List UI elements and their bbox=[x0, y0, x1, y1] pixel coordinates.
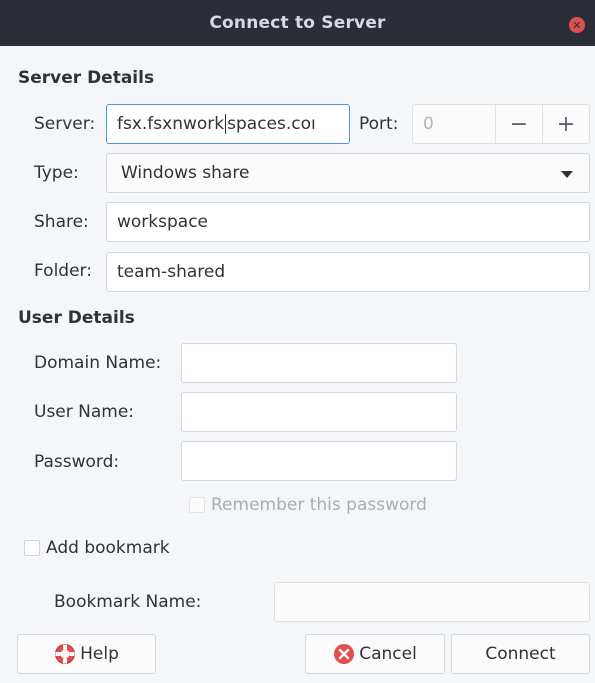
add-bookmark-checkbox[interactable] bbox=[24, 540, 40, 556]
port-increment-button[interactable]: + bbox=[542, 104, 590, 144]
share-label: Share: bbox=[34, 212, 89, 232]
lifebuoy-icon bbox=[54, 643, 76, 665]
help-button-label: Help bbox=[80, 644, 119, 664]
folder-label: Folder: bbox=[34, 261, 92, 281]
port-decrement-button[interactable]: − bbox=[495, 104, 543, 144]
cancel-button-label: Cancel bbox=[359, 644, 417, 664]
password-label: Password: bbox=[34, 452, 120, 472]
username-label: User Name: bbox=[34, 402, 135, 422]
connect-button[interactable]: Connect bbox=[451, 634, 590, 674]
close-icon[interactable]: ✕ bbox=[569, 17, 585, 33]
server-value-start: fsx.fsxnwork bbox=[117, 114, 225, 134]
window-title: Connect to Server bbox=[209, 13, 386, 33]
type-selected-value: Windows share bbox=[121, 163, 250, 183]
user-details-heading: User Details bbox=[18, 308, 135, 328]
dropdown-arrow-icon bbox=[561, 171, 573, 178]
server-value-end: spaces.coı bbox=[227, 114, 316, 134]
domain-label: Domain Name: bbox=[34, 353, 162, 373]
connect-button-label: Connect bbox=[485, 644, 556, 664]
username-input[interactable] bbox=[181, 392, 457, 432]
cancel-button[interactable]: Cancel bbox=[305, 634, 445, 674]
domain-input[interactable] bbox=[181, 343, 457, 383]
type-dropdown[interactable]: Windows share bbox=[106, 153, 590, 193]
server-input[interactable]: fsx.fsxnwork spaces.coı bbox=[106, 104, 350, 144]
window-titlebar: Connect to Server ✕ bbox=[0, 0, 595, 46]
remember-password-label: Remember this password bbox=[211, 495, 427, 515]
port-input[interactable]: 0 bbox=[412, 104, 496, 144]
add-bookmark-label: Add bookmark bbox=[46, 538, 170, 558]
share-input[interactable]: workspace bbox=[106, 202, 590, 242]
password-input[interactable] bbox=[181, 441, 457, 481]
cancel-icon bbox=[333, 643, 355, 665]
bookmark-name-input[interactable] bbox=[274, 582, 590, 622]
remember-password-checkbox[interactable] bbox=[189, 497, 205, 513]
text-caret bbox=[225, 114, 227, 134]
port-label: Port: bbox=[359, 114, 399, 134]
help-button[interactable]: Help bbox=[17, 634, 156, 674]
type-label: Type: bbox=[34, 163, 79, 183]
server-details-heading: Server Details bbox=[18, 68, 155, 88]
bookmark-name-label: Bookmark Name: bbox=[54, 592, 202, 612]
folder-input[interactable]: team-shared bbox=[106, 252, 590, 292]
server-label: Server: bbox=[34, 114, 96, 134]
